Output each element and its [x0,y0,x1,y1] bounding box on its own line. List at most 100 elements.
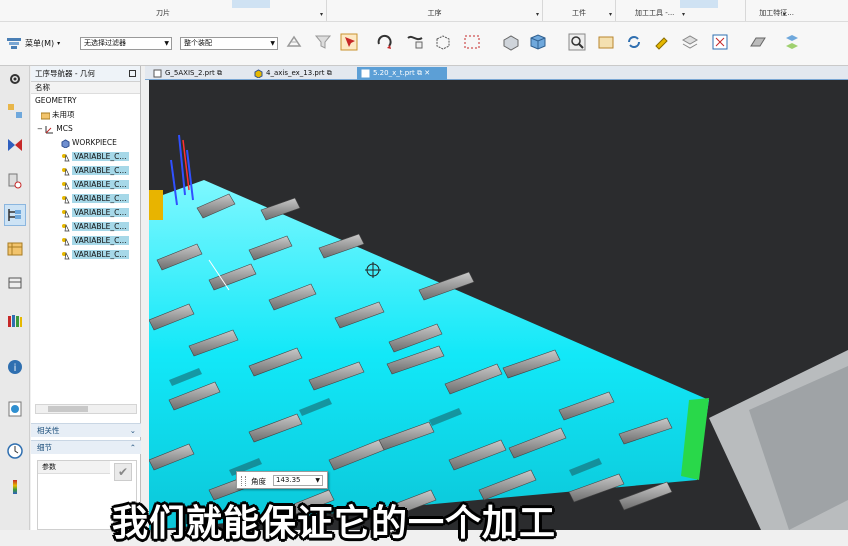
maximize-icon[interactable] [129,70,136,77]
web-icon[interactable] [4,398,26,420]
chevron-down-icon: ▾ [57,39,61,47]
section-details[interactable]: 细节 ⌃ [31,440,141,454]
tree-item-label: VARIABLE_C... [72,222,129,231]
tree-item-operation[interactable]: VARIABLE_C... [31,220,140,234]
tree-item-label: GEOMETRY [35,96,77,105]
navigator-column-header[interactable]: 名称 [31,82,140,94]
tree-item-label: VARIABLE_C... [72,194,129,203]
library-icon[interactable] [4,238,26,260]
ribbon-group-insert[interactable]: 刀片 ▾ [0,0,327,21]
scrollbar-thumb[interactable] [48,406,88,412]
workpiece-icon [61,138,70,148]
op-nav-icon[interactable] [4,204,26,226]
drag-handle[interactable] [241,476,246,486]
tree-item-operation[interactable]: VARIABLE_C... [31,164,140,178]
operation-icon [62,167,70,175]
tree-item-label: VARIABLE_C... [72,152,129,161]
chevron-down-icon[interactable]: ▾ [783,11,786,18]
chevron-up-icon: ⌃ [129,443,136,452]
chevron-down-icon[interactable]: ▼ [315,476,320,485]
refresh-icon[interactable] [623,30,645,54]
cube-icon[interactable] [527,30,549,54]
chevron-down-icon[interactable]: ▾ [536,11,539,18]
section-dependencies[interactable]: 相关性 ⌄ [31,423,141,437]
history-icon[interactable] [4,440,26,462]
tab-5-20-x-t[interactable]: 5.20_x_t.prt ⧉ ✕ [357,67,447,80]
ribbon-group-operation[interactable]: 工序 ▾ [327,0,543,21]
ribbon-group-label: 加工工具 -... [634,9,675,17]
surface-icon[interactable] [747,30,769,54]
settings-icon[interactable] [4,68,26,90]
operation-icon [62,181,70,189]
machine-tool-icon[interactable] [4,170,26,192]
toolbar: 菜单(M) ▾ 无选择过滤器 ▼ 整个装配 ▼ [0,22,848,66]
angle-field[interactable]: 143.35 ▼ [273,475,323,486]
operation-icon [62,153,70,161]
cube-wire-icon[interactable] [432,30,454,54]
column-name-label: 名称 [35,83,50,92]
collapse-icon[interactable]: − [37,125,43,133]
layer-icon[interactable] [679,30,701,54]
close-icon[interactable]: ✕ [424,69,430,77]
info-icon[interactable]: i [4,356,26,378]
tab-label: 5.20_x_t.prt [373,69,415,77]
select-icon[interactable] [338,30,360,54]
constraint-icon[interactable] [4,134,26,156]
paint-icon[interactable] [651,30,673,54]
assembly-nav-icon[interactable] [4,100,26,122]
grid-icon[interactable] [709,30,731,54]
chevron-down-icon[interactable]: ▾ [682,11,685,18]
tree-item-workpiece[interactable]: WORKPIECE [31,136,140,150]
snap-icon[interactable] [283,30,305,54]
part-icon[interactable] [4,272,26,294]
file-state-icon: ⧉ [417,69,422,77]
tree-item-operation[interactable]: VARIABLE_C... [31,192,140,206]
resource-bar: i [0,66,30,530]
tree-item-operation[interactable]: VARIABLE_C... [31,248,140,262]
operation-icon [62,195,70,203]
file-state-icon: ⧉ [216,69,222,77]
ribbon-group-workpiece[interactable]: 工件 ▾ [543,0,616,21]
display-icon[interactable] [781,30,803,54]
section-label: 细节 [37,443,52,452]
ribbon-group-features[interactable]: 加工特征... ▾ [746,0,848,21]
tree-item-operation[interactable]: VARIABLE_C... [31,178,140,192]
analysis-icon[interactable] [4,476,26,498]
tree-item-geometry[interactable]: GEOMETRY [31,94,140,108]
check-icon[interactable]: ✔ [114,463,132,481]
rotate-icon[interactable] [374,30,396,54]
box-select-icon[interactable] [461,30,483,54]
ribbon-group-tools[interactable]: 加工工具 -... ▾ [616,0,746,21]
navigator-title-bar: 工序导航器 - 几何 [31,66,140,82]
tab-g-5axis[interactable]: G_5AXIS_2.prt ⧉ [149,67,245,80]
filter-icon[interactable] [312,30,334,54]
view-fit-icon[interactable] [566,30,588,54]
tree-item-operation[interactable]: VARIABLE_C... [31,150,140,164]
tree-item-unused[interactable]: 未用项 [31,108,140,122]
reuse-icon[interactable] [4,310,26,332]
tree-item-mcs[interactable]: − MCS [31,122,140,136]
solid-icon[interactable] [500,30,522,54]
selection-filter-dropdown[interactable]: 无选择过滤器 ▼ [80,37,172,50]
pattern-icon[interactable] [404,30,426,54]
chevron-down-icon[interactable]: ▾ [609,11,612,18]
chevron-down-icon: ▼ [164,40,169,47]
tree-item-label: WORKPIECE [72,138,117,147]
assembly-file-icon [254,69,263,78]
tree-item-operation[interactable]: VARIABLE_C... [31,206,140,220]
operation-icon [62,251,70,259]
menu-button[interactable]: 菜单(M) ▾ [6,34,60,52]
ribbon-group-label: 工序 [427,9,442,17]
horizontal-scrollbar[interactable] [35,404,137,414]
svg-text:i: i [14,363,17,374]
part-file-icon [153,69,162,78]
operation-icon [62,237,70,245]
chevron-down-icon[interactable]: ▾ [320,11,323,18]
assembly-scope-dropdown[interactable]: 整个装配 ▼ [180,37,278,50]
view-icon[interactable] [595,30,617,54]
tree-item-operation[interactable]: VARIABLE_C... [31,234,140,248]
graphics-viewport[interactable] [149,80,848,530]
tab-4-axis[interactable]: 4_axis_ex_13.prt ⧉ [250,67,348,80]
tab-label: G_5AXIS_2.prt [165,69,215,77]
menu-icon [7,38,21,49]
